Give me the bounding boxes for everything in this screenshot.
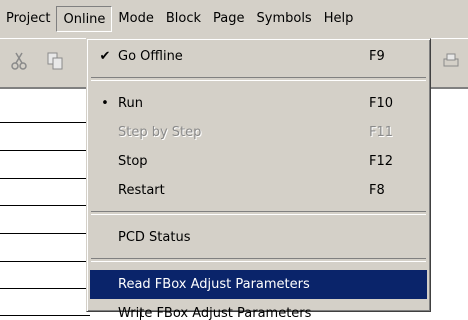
menu-block[interactable]: Block [160,6,207,32]
menu-bar: Project Online Mode Block Page Symbols H… [0,0,468,38]
menu-item-label: Run [118,96,143,111]
copy-icon[interactable] [44,51,66,73]
shortcut-label: F11 [369,125,394,140]
print-icon[interactable] [440,51,462,73]
menu-online[interactable]: Online [56,6,113,32]
app-window: Project Online Mode Block Page Symbols H… [0,0,468,320]
menu-help[interactable]: Help [318,6,360,32]
menu-separator [91,211,426,215]
menu-item-pcd-status[interactable]: PCD Status [90,223,427,252]
menu-item-label: PCD Status [118,230,191,245]
grid-line [0,233,90,234]
bullet-icon: • [101,96,109,111]
menu-item-step-by-step: Step by Step F11 [90,118,427,147]
grid-line [0,150,90,151]
menu-page[interactable]: Page [207,6,250,32]
menu-item-go-offline[interactable]: ✔ Go Offline F9 [90,42,427,71]
grid-line [0,261,90,262]
cut-icon[interactable] [8,51,30,73]
menu-separator [91,258,426,262]
shortcut-label: F12 [369,154,394,169]
menu-item-run[interactable]: • Run F10 [90,89,427,118]
menu-symbols[interactable]: Symbols [251,6,318,32]
shortcut-label: F8 [369,183,385,198]
grid-line [0,178,90,179]
menu-item-label: Stop [118,154,148,169]
menu-separator [91,77,426,81]
check-icon: ✔ [99,49,111,64]
menu-item-label: Step by Step [118,125,202,140]
menu-item-stop[interactable]: Stop F12 [90,147,427,176]
menu-mode[interactable]: Mode [112,6,159,32]
online-menu-dropdown: ✔ Go Offline F9 • Run F10 Step by Step F… [86,38,431,320]
grid-line [0,122,90,123]
menu-item-label: Go Offline [118,49,183,64]
menu-item-write-fbox[interactable]: Write FBox Adjust Parameters [90,299,427,320]
menu-item-label: Write FBox Adjust Parameters [118,306,312,320]
grid-line [0,288,90,289]
menu-item-read-fbox[interactable]: Read FBox Adjust Parameters [90,270,427,299]
shortcut-label: F10 [369,96,394,111]
shortcut-label: F9 [369,49,385,64]
grid-line [0,315,90,316]
menu-item-restart[interactable]: Restart F8 [90,176,427,205]
menu-item-label: Read FBox Adjust Parameters [118,277,310,292]
menu-item-label: Restart [118,183,165,198]
menu-project[interactable]: Project [0,6,56,32]
grid-line [0,205,90,206]
